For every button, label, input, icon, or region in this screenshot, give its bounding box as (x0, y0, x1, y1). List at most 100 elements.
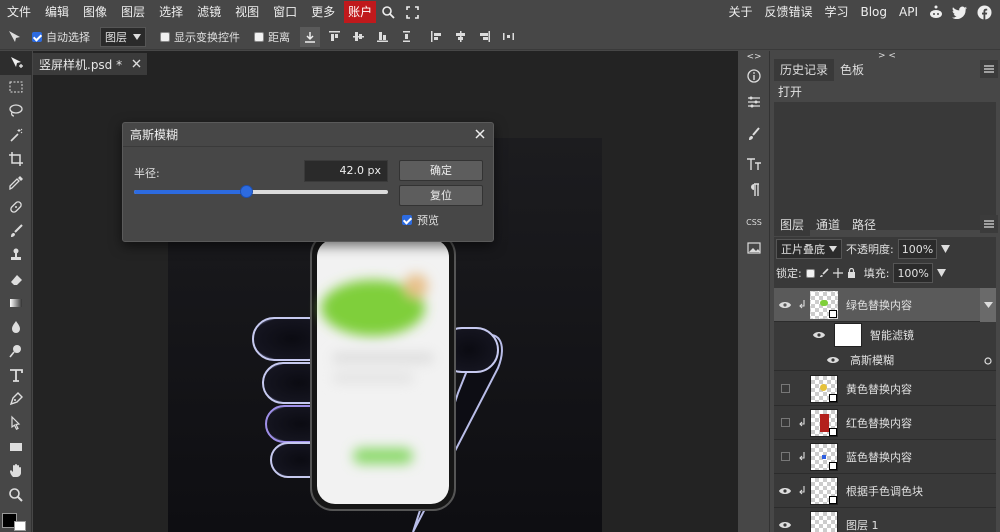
menu-layer[interactable]: 图层 (114, 0, 152, 24)
layer-row-smart-filters[interactable]: 智能滤镜 (774, 323, 996, 347)
hand-tool[interactable] (0, 459, 32, 483)
tab-channels[interactable]: 通道 (810, 214, 846, 236)
menu-window[interactable]: 窗口 (266, 0, 304, 24)
menu-about[interactable]: 关于 (722, 0, 758, 24)
info-icon[interactable] (738, 63, 770, 89)
eyedropper-tool[interactable] (0, 171, 32, 195)
opacity-input[interactable]: 100% (897, 239, 938, 259)
character-icon[interactable] (738, 151, 770, 177)
distance-toggle[interactable]: 距离 (254, 29, 290, 45)
crop-tool[interactable] (0, 147, 32, 171)
fill-dropdown-icon[interactable] (936, 269, 946, 277)
tab-paths[interactable]: 路径 (846, 214, 882, 236)
visibility-box[interactable] (774, 452, 796, 461)
brush-tool[interactable] (0, 219, 32, 243)
radius-input[interactable]: 42.0 px (304, 160, 388, 182)
background-color-swatch[interactable] (14, 521, 26, 531)
type-tool[interactable] (0, 363, 32, 387)
fill-input[interactable]: 100% (893, 263, 933, 283)
distribute-horizontal-icon[interactable] (498, 27, 518, 47)
download-icon[interactable] (300, 26, 320, 47)
menu-file[interactable]: 文件 (0, 0, 38, 24)
blur-tool[interactable] (0, 315, 32, 339)
align-left-icon[interactable] (426, 27, 446, 47)
radius-slider[interactable] (134, 185, 388, 198)
panel-collapse-arrows-icon[interactable]: > < (878, 51, 896, 61)
menu-blog[interactable]: Blog (854, 0, 893, 24)
eye-icon[interactable] (774, 301, 796, 309)
close-icon[interactable] (473, 127, 487, 141)
layer-row-red[interactable]: 红色替换内容 (774, 406, 996, 440)
path-select-tool[interactable] (0, 411, 32, 435)
visibility-box[interactable] (774, 384, 796, 393)
lock-transparency-checkbox[interactable] (805, 268, 815, 278)
shape-tool[interactable] (0, 435, 32, 459)
auto-select-toggle[interactable]: 自动选择 (32, 29, 90, 45)
collapse-arrows-icon[interactable]: <> (738, 51, 770, 63)
eraser-tool[interactable] (0, 267, 32, 291)
align-center-icon[interactable] (450, 27, 470, 47)
preview-checkbox[interactable] (402, 215, 412, 225)
paragraph-icon[interactable] (738, 177, 770, 203)
visibility-box[interactable] (774, 418, 796, 427)
healing-brush-tool[interactable] (0, 195, 32, 219)
gradient-tool[interactable] (0, 291, 32, 315)
auto-select-checkbox[interactable] (32, 31, 42, 42)
lasso-tool[interactable] (0, 99, 32, 123)
menu-filter[interactable]: 滤镜 (190, 0, 228, 24)
blend-mode-dropdown[interactable]: 正片叠底 (776, 239, 842, 259)
lock-paint-icon[interactable] (819, 268, 829, 278)
menu-report-bug[interactable]: 反馈错误 (758, 0, 818, 24)
dialog-header[interactable]: 高斯模糊 (123, 123, 493, 147)
fullscreen-icon[interactable] (400, 0, 424, 24)
marquee-tool[interactable] (0, 75, 32, 99)
menu-view[interactable]: 视图 (228, 0, 266, 24)
eye-icon[interactable] (822, 356, 844, 364)
clone-stamp-tool[interactable] (0, 243, 32, 267)
tab-history[interactable]: 历史记录 (774, 59, 835, 81)
layer-row-green[interactable]: 绿色替换内容 (774, 288, 996, 322)
auto-select-target-dropdown[interactable]: 图层 (100, 26, 146, 47)
layer-row-gaussian-blur[interactable]: 高斯模糊 (774, 349, 996, 371)
tab-swatches[interactable]: 色板 (834, 59, 870, 81)
align-middle-icon[interactable] (348, 27, 368, 47)
dodge-tool[interactable] (0, 339, 32, 363)
color-swatches[interactable] (0, 507, 32, 531)
lock-move-icon[interactable] (832, 268, 843, 278)
align-bottom-icon[interactable] (372, 27, 392, 47)
layer-row-yellow[interactable]: 黄色替换内容 (774, 372, 996, 406)
layer-row-hand-color[interactable]: 根据手色调色块 (774, 474, 996, 508)
image-icon[interactable] (738, 235, 770, 261)
menu-edit[interactable]: 编辑 (38, 0, 76, 24)
css-icon[interactable]: CSS (738, 209, 770, 235)
search-icon[interactable] (376, 0, 400, 24)
magic-wand-tool[interactable] (0, 123, 32, 147)
layer-expand-toggle[interactable] (980, 288, 996, 322)
radius-slider-thumb[interactable] (239, 185, 253, 198)
layer-row-layer1[interactable]: 图层 1 (774, 508, 996, 532)
menu-image[interactable]: 图像 (76, 0, 114, 24)
history-panel-menu-icon[interactable] (980, 60, 998, 78)
facebook-icon[interactable] (972, 0, 996, 24)
preview-toggle[interactable]: 预览 (402, 212, 439, 228)
layers-panel-menu-icon[interactable] (980, 215, 998, 233)
reddit-icon[interactable] (924, 0, 948, 24)
eye-icon[interactable] (808, 331, 830, 339)
menu-account[interactable]: 账户 (344, 1, 377, 23)
document-tab[interactable]: 竖屏样机.psd * (33, 53, 149, 75)
menu-learn[interactable]: 学习 (818, 0, 854, 24)
menu-more[interactable]: 更多 (304, 0, 342, 24)
show-transform-toggle[interactable]: 显示变换控件 (160, 29, 240, 45)
zoom-tool[interactable] (0, 483, 32, 507)
twitter-icon[interactable] (948, 0, 972, 24)
opacity-dropdown-icon[interactable] (941, 245, 951, 253)
eye-icon[interactable] (774, 521, 796, 529)
align-right-icon[interactable] (474, 27, 494, 47)
distance-checkbox[interactable] (254, 31, 264, 42)
menu-api[interactable]: API (893, 0, 924, 24)
menu-select[interactable]: 选择 (152, 0, 190, 24)
brush-settings-icon[interactable] (738, 121, 770, 147)
show-transform-checkbox[interactable] (160, 31, 170, 42)
close-tab-icon[interactable] (132, 57, 141, 71)
align-top-icon[interactable] (324, 27, 344, 47)
